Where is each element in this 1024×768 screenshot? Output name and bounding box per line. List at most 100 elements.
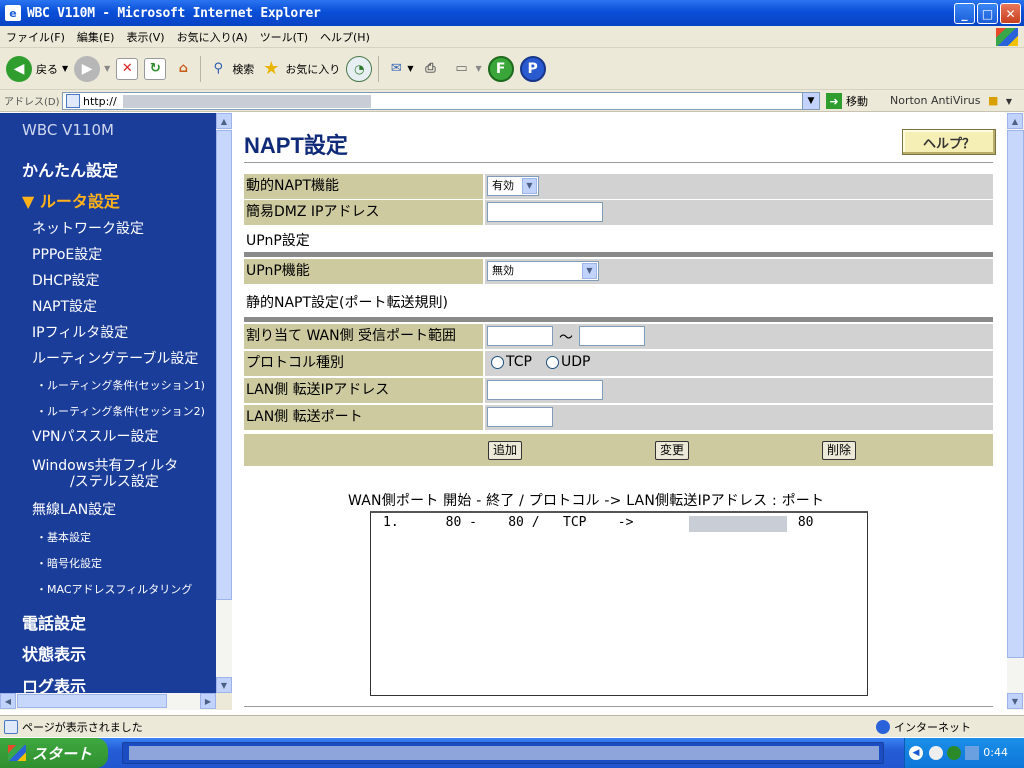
rule-listbox[interactable]: 1. 80 - 80 / TCP -> : 80	[370, 511, 868, 696]
mail-button[interactable]: ✉ ▼	[385, 54, 414, 84]
sidebar-item-easy-setup[interactable]: かんたん設定	[22, 157, 118, 181]
menu-bar: ファイル(F) 編集(E) 表示(V) お気に入り(A) ツール(T) ヘルプ(…	[0, 26, 1024, 48]
search-button[interactable]: ⚲ 検索	[207, 54, 255, 84]
back-dropdown-icon[interactable]: ▼	[62, 64, 68, 73]
sidebar-item-stealth[interactable]: /ステルス設定	[70, 471, 159, 491]
sidebar-item-phone[interactable]: 電話設定	[22, 610, 86, 634]
scroll-left-icon[interactable]: ◀	[0, 693, 16, 709]
tray-volume-icon[interactable]	[965, 746, 979, 760]
page-icon	[66, 94, 80, 108]
internet-zone-icon	[876, 720, 890, 734]
lan-ip-input[interactable]	[487, 380, 603, 400]
edit-button[interactable]: ▭ ▼	[447, 54, 481, 84]
go-button[interactable]: ➜ 移動	[826, 93, 868, 109]
protocol-udp-radio[interactable]	[546, 356, 559, 369]
range-separator: ～	[559, 330, 573, 346]
close-button[interactable]: ✕	[1000, 3, 1021, 24]
scroll-up-icon[interactable]: ▲	[1007, 113, 1023, 129]
dmz-cell	[485, 200, 993, 225]
redacted-ip	[689, 516, 787, 532]
menu-edit[interactable]: 編集(E)	[71, 29, 121, 45]
upnp-section-title: UPnP設定	[246, 233, 310, 249]
protocol-label: プロトコル種別	[244, 351, 483, 376]
p-button[interactable]: P	[519, 54, 546, 84]
sidebar-item-wireless-basic[interactable]: ・基本設定	[36, 529, 91, 545]
sidebar-item-routing-session1[interactable]: ・ルーティング条件(セッション1)	[36, 377, 205, 393]
forward-dropdown-icon[interactable]: ▼	[104, 64, 110, 73]
menu-view[interactable]: 表示(V)	[120, 29, 170, 45]
sidebar-item-napt[interactable]: NAPT設定	[32, 296, 97, 316]
print-button[interactable]: ⎙	[419, 54, 441, 84]
address-dropdown-icon[interactable]: ▼	[802, 93, 819, 109]
rule-list-header: WAN側ポート 開始 - 終了 / プロトコル -> LAN側転送IPアドレス …	[348, 493, 825, 509]
history-icon: ◔	[346, 55, 373, 82]
sidebar-item-ip-filter[interactable]: IPフィルタ設定	[32, 322, 128, 342]
minimize-button[interactable]: _	[954, 3, 975, 24]
tray-expand-icon[interactable]: ◀	[909, 746, 923, 760]
taskbar-window-button[interactable]	[122, 742, 884, 764]
content-frame: NAPT設定 ヘルプ？ 動的NAPT機能 有効 ▼ 簡易DMZ IPアドレス U…	[232, 113, 1007, 710]
scroll-down-icon[interactable]: ▼	[216, 677, 232, 693]
sidebar-item-routing-session2[interactable]: ・ルーティング条件(セッション2)	[36, 403, 205, 419]
lan-port-row: LAN側 転送ポート	[244, 405, 993, 430]
help-button[interactable]: ヘルプ？	[902, 129, 996, 155]
stop-icon: ✕	[116, 57, 139, 80]
sidebar-item-routing-table[interactable]: ルーティングテーブル設定	[32, 348, 198, 368]
sidebar-scroll-thumb[interactable]	[216, 130, 232, 600]
lan-ip-cell	[485, 378, 993, 403]
mail-dropdown-icon[interactable]: ▼	[407, 64, 413, 73]
dmz-row: 簡易DMZ IPアドレス	[244, 200, 993, 225]
lan-ip-label: LAN側 転送IPアドレス	[244, 378, 483, 403]
wan-port-from-input[interactable]	[487, 326, 553, 346]
home-icon: ⌂	[178, 61, 188, 76]
delete-button[interactable]: 削除	[822, 441, 857, 460]
home-button[interactable]: ⌂	[172, 54, 194, 84]
back-button[interactable]: ◀ 戻る ▼	[6, 54, 68, 84]
norton-antivirus[interactable]: Norton AntiVirus ■ ▼	[890, 94, 1012, 107]
norton-dropdown-icon[interactable]: ▼	[1006, 97, 1012, 106]
scroll-right-icon[interactable]: ▶	[200, 693, 216, 709]
protocol-tcp-radio[interactable]	[491, 356, 504, 369]
menu-tools[interactable]: ツール(T)	[254, 29, 314, 45]
menu-favorites[interactable]: お気に入り(A)	[171, 29, 254, 45]
forward-button[interactable]: ▶ ▼	[74, 54, 110, 84]
start-button[interactable]: スタート	[0, 738, 108, 768]
tray-app-icon[interactable]	[929, 746, 943, 760]
content-vertical-scrollbar[interactable]: ▲ ▼	[1007, 113, 1024, 710]
sidebar-item-vpn-passthrough[interactable]: VPNパススルー設定	[32, 426, 159, 446]
maximize-button[interactable]: □	[977, 3, 998, 24]
history-button[interactable]: ◔	[346, 54, 373, 84]
address-label: アドレス(D)	[4, 97, 60, 108]
sidebar-vertical-scrollbar[interactable]: ▲ ▼	[216, 113, 232, 693]
dmz-ip-input[interactable]	[487, 202, 603, 222]
dmz-label: 簡易DMZ IPアドレス	[244, 200, 483, 225]
change-button[interactable]: 変更	[655, 441, 690, 460]
sidebar-item-pppoe[interactable]: PPPoE設定	[32, 244, 102, 264]
sidebar-item-mac-filter[interactable]: ・MACアドレスフィルタリング	[36, 581, 192, 597]
edit-dropdown-icon[interactable]: ▼	[475, 64, 481, 73]
lan-port-input[interactable]	[487, 407, 553, 427]
sidebar-item-status[interactable]: 状態表示	[22, 641, 86, 665]
sidebar-item-wireless-encryption[interactable]: ・暗号化設定	[36, 555, 102, 571]
f-button[interactable]: F	[487, 54, 514, 84]
content-scroll-thumb[interactable]	[1007, 130, 1024, 658]
upnp-select[interactable]: 無効 ▼	[487, 261, 599, 281]
scroll-down-icon[interactable]: ▼	[1007, 693, 1023, 709]
sidebar-item-network[interactable]: ネットワーク設定	[32, 218, 144, 238]
stop-button[interactable]: ✕	[116, 54, 139, 84]
sidebar-item-wireless-lan[interactable]: 無線LAN設定	[32, 499, 116, 519]
sidebar-horizontal-scrollbar[interactable]: ◀ ▶	[0, 693, 216, 710]
menu-help[interactable]: ヘルプ(H)	[314, 29, 376, 45]
dynamic-napt-select[interactable]: 有効 ▼	[487, 176, 539, 196]
sidebar-hscroll-thumb[interactable]	[17, 694, 167, 708]
add-button[interactable]: 追加	[488, 441, 523, 460]
refresh-button[interactable]: ↻	[144, 54, 167, 84]
address-input[interactable]: http:// ▼	[62, 92, 820, 110]
favorites-button[interactable]: ★ お気に入り	[260, 54, 340, 84]
wan-port-to-input[interactable]	[579, 326, 645, 346]
tray-network-icon[interactable]	[947, 746, 961, 760]
scroll-up-icon[interactable]: ▲	[216, 113, 232, 129]
sidebar-item-router-settings[interactable]: ▼ ルータ設定	[22, 188, 120, 212]
sidebar-item-dhcp[interactable]: DHCP設定	[32, 270, 100, 290]
menu-file[interactable]: ファイル(F)	[0, 29, 71, 45]
